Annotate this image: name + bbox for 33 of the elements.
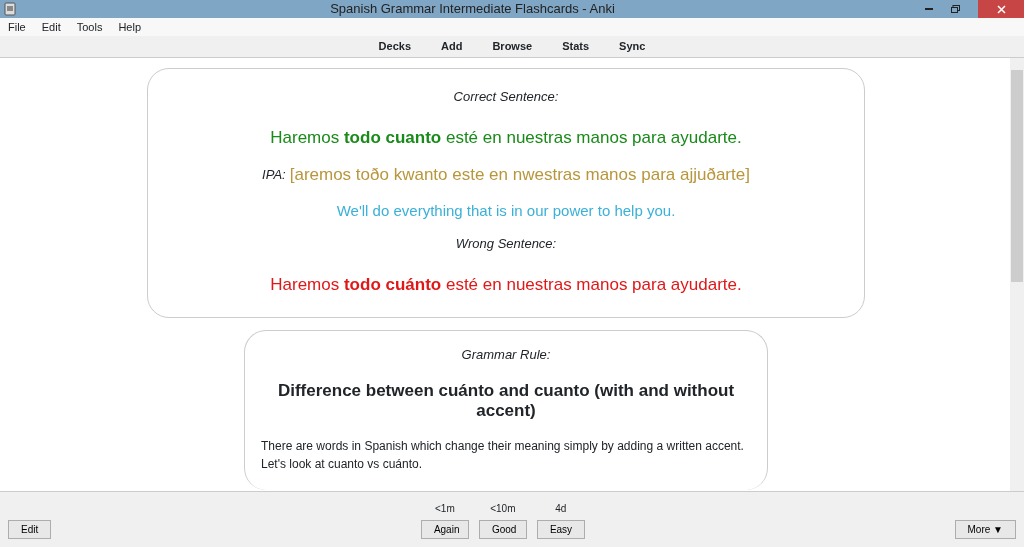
more-button[interactable]: More ▼ <box>954 520 1016 539</box>
menu-item[interactable]: Edit <box>41 18 61 36</box>
sentence-text: Haremos todo cuánto esté en nuestras manos para ayudarte. <box>269 273 743 296</box>
close-button[interactable] <box>978 0 1024 18</box>
scrollbar-thumb[interactable] <box>1011 70 1023 282</box>
label-text: Wrong Sentence: <box>454 235 558 253</box>
ipa-label: IPA: <box>262 166 286 184</box>
due-time: 4d <box>555 502 567 516</box>
label-text: Grammar Rule: <box>460 346 552 364</box>
label-text: Correct Sentence: <box>452 88 560 106</box>
ipa-text: [aremos toðo kwanto este en nwestras manos para ajjuðarte] <box>289 164 750 186</box>
restore-icon[interactable] <box>951 5 960 13</box>
app-icon <box>4 2 16 16</box>
toolbar-link[interactable]: Decks <box>378 38 412 55</box>
window-title: Spanish Grammar Intermediate Flashcards - Anki <box>330 1 615 17</box>
toolbar-link[interactable]: Stats <box>562 38 590 55</box>
answer-button[interactable]: Easy <box>536 520 585 539</box>
menu-item[interactable]: Tools <box>76 18 103 36</box>
answer-button[interactable]: Again <box>420 520 469 539</box>
rule-heading: Difference between cuánto and cuanto (with and without accent) <box>276 380 736 422</box>
due-time: <1m <box>435 502 455 516</box>
toolbar-link[interactable]: Sync <box>619 38 646 55</box>
due-time: <10m <box>490 502 516 516</box>
translation-text: We'll do everything that is in our power to help you. <box>335 200 677 221</box>
menu-item[interactable]: Help <box>118 18 141 36</box>
close-icon <box>996 4 1006 14</box>
answer-button[interactable]: Good <box>478 520 527 539</box>
menu-item[interactable]: File <box>8 18 26 36</box>
toolbar-link[interactable]: Browse <box>492 38 533 55</box>
toolbar-link[interactable]: Add <box>441 38 463 55</box>
edit-button[interactable]: Edit <box>8 520 52 539</box>
rule-paragraph: There are words in Spanish which change their meaning simply by adding a written accent. Let's look at cuanto vs cuánto. <box>261 438 745 474</box>
sentence-text: Haremos todo cuanto esté en nuestras manos para ayudarte. <box>269 126 743 149</box>
